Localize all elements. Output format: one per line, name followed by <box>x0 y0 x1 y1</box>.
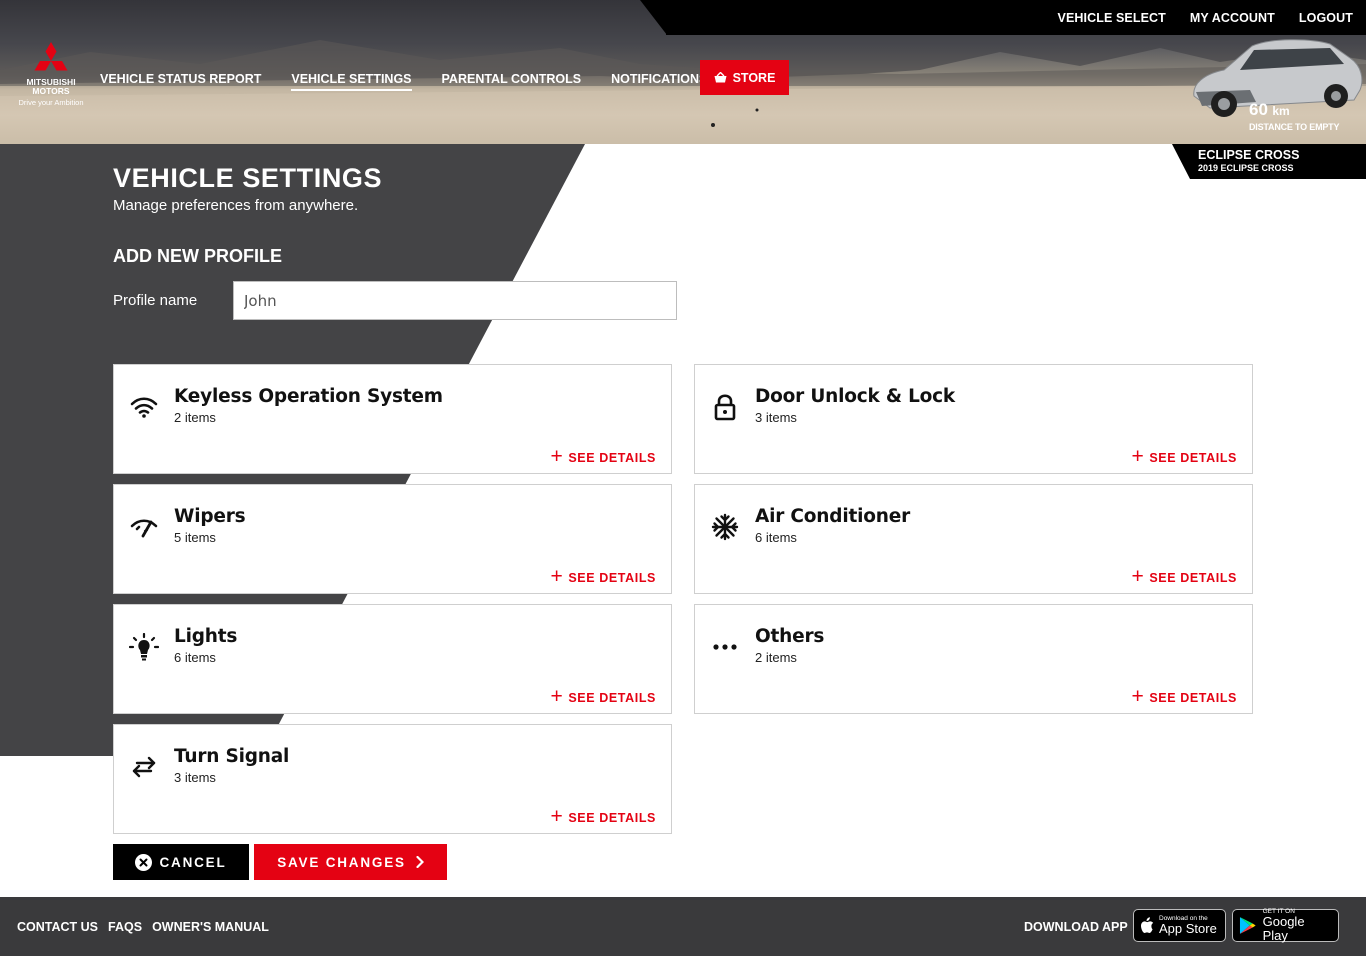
distance-value: 60 <box>1249 100 1268 119</box>
page-title: VEHICLE SETTINGS <box>113 163 383 193</box>
card-item-count: 3 items <box>755 410 797 425</box>
card-title: Door Unlock & Lock <box>755 386 956 407</box>
see-details-link[interactable]: + SEE DETAILS <box>1131 685 1237 708</box>
see-details-label: SEE DETAILS <box>1149 691 1237 705</box>
see-details-label: SEE DETAILS <box>568 691 656 705</box>
card-item-count: 2 items <box>174 410 216 425</box>
see-details-label: SEE DETAILS <box>568 571 656 585</box>
plus-icon: + <box>550 685 564 708</box>
main-navigation: VEHICLE STATUS REPORT VEHICLE SETTINGS P… <box>100 72 737 91</box>
app-store-badge[interactable]: Download on the App Store <box>1133 909 1226 942</box>
card-others[interactable]: Others 2 items + SEE DETAILS <box>694 604 1253 714</box>
owners-manual-link[interactable]: OWNER'S MANUAL <box>152 920 269 934</box>
vehicle-model: ECLIPSE CROSS <box>1198 148 1300 162</box>
page-subtitle: Manage preferences from anywhere. <box>113 197 359 214</box>
nav-parental-controls[interactable]: PARENTAL CONTROLS <box>442 72 582 91</box>
see-details-label: SEE DETAILS <box>568 451 656 465</box>
google-play-badge[interactable]: GET IT ON Google Play <box>1232 908 1339 943</box>
vehicle-model-year: 2019 ECLIPSE CROSS <box>1198 163 1294 173</box>
lock-icon <box>709 391 741 423</box>
save-changes-button[interactable]: SAVE CHANGES <box>254 844 447 880</box>
wifi-icon <box>128 391 160 423</box>
my-account-link[interactable]: MY ACCOUNT <box>1190 11 1275 25</box>
see-details-link[interactable]: + SEE DETAILS <box>1131 565 1237 588</box>
card-title: Keyless Operation System <box>174 386 443 407</box>
plus-icon: + <box>1131 445 1145 468</box>
plus-icon: + <box>1131 685 1145 708</box>
see-details-link[interactable]: + SEE DETAILS <box>1131 445 1237 468</box>
wiper-icon <box>128 511 160 543</box>
card-lights[interactable]: Lights 6 items + SEE DETAILS <box>113 604 672 714</box>
card-title: Wipers <box>174 506 246 527</box>
nav-notifications[interactable]: NOTIFICATIONS <box>611 72 707 91</box>
plus-icon: + <box>1131 565 1145 588</box>
plus-icon: + <box>550 565 564 588</box>
download-app-label: DOWNLOAD APP <box>1024 920 1128 934</box>
top-utility-bar: VEHICLE SELECT MY ACCOUNT LOGOUT <box>666 0 1366 35</box>
nav-vehicle-settings[interactable]: VEHICLE SETTINGS <box>291 72 412 91</box>
logout-link[interactable]: LOGOUT <box>1299 11 1353 25</box>
section-title: ADD NEW PROFILE <box>113 246 282 266</box>
card-keyless-operation-system[interactable]: Keyless Operation System 2 items + SEE DE… <box>113 364 672 474</box>
distance-to-empty: 60 km DISTANCE TO EMPTY <box>1249 100 1339 132</box>
plus-icon: + <box>550 445 564 468</box>
card-title: Others <box>755 626 825 647</box>
save-changes-label: SAVE CHANGES <box>277 854 406 870</box>
footer-links: CONTACT US FAQS OWNER'S MANUAL <box>17 920 279 934</box>
google-play-label: Google Play <box>1262 914 1305 943</box>
see-details-label: SEE DETAILS <box>568 811 656 825</box>
store-label: STORE <box>732 70 776 85</box>
card-item-count: 5 items <box>174 530 216 545</box>
card-item-count: 2 items <box>755 650 797 665</box>
vehicle-select-link[interactable]: VEHICLE SELECT <box>1058 11 1166 25</box>
topbar-corner <box>640 0 667 35</box>
plus-icon: + <box>550 805 564 828</box>
see-details-link[interactable]: + SEE DETAILS <box>550 685 656 708</box>
see-details-link[interactable]: + SEE DETAILS <box>550 805 656 828</box>
turn-signal-icon <box>128 751 160 783</box>
distance-unit: km <box>1272 104 1290 118</box>
brand-tagline: Drive your Ambition <box>18 98 84 107</box>
header: VEHICLE SELECT MY ACCOUNT LOGOUT MITSUBI… <box>0 0 1366 144</box>
chevron-right-icon <box>416 856 424 868</box>
snowflake-icon <box>709 511 741 543</box>
nav-vehicle-status-report[interactable]: VEHICLE STATUS REPORT <box>100 72 261 91</box>
brand-name: MITSUBISHI MOTORS <box>26 77 76 96</box>
card-air-conditioner[interactable]: Air Conditioner 6 items + SEE DETAILS <box>694 484 1253 594</box>
card-door-unlock-lock[interactable]: Door Unlock & Lock 3 items + SEE DETAILS <box>694 364 1253 474</box>
lightbulb-icon <box>128 631 160 663</box>
see-details-label: SEE DETAILS <box>1149 571 1237 585</box>
footer: CONTACT US FAQS OWNER'S MANUAL DOWNLOAD … <box>0 897 1366 956</box>
card-item-count: 6 items <box>755 530 797 545</box>
card-title: Turn Signal <box>174 746 290 767</box>
see-details-link[interactable]: + SEE DETAILS <box>550 445 656 468</box>
card-item-count: 6 items <box>174 650 216 665</box>
card-item-count: 3 items <box>174 770 216 785</box>
card-turn-signal[interactable]: Turn Signal 3 items + SEE DETAILS <box>113 724 672 834</box>
apple-icon <box>1141 917 1154 933</box>
close-circle-icon <box>135 853 153 871</box>
more-icon <box>709 631 741 663</box>
see-details-label: SEE DETAILS <box>1149 451 1237 465</box>
vehicle-model-tag[interactable]: ECLIPSE CROSS 2019 ECLIPSE CROSS <box>1172 144 1366 179</box>
see-details-link[interactable]: + SEE DETAILS <box>550 565 656 588</box>
cancel-label: CANCEL <box>159 854 227 870</box>
app-store-label: App Store <box>1159 921 1217 936</box>
card-wipers[interactable]: Wipers 5 items + SEE DETAILS <box>113 484 672 594</box>
cancel-button[interactable]: CANCEL <box>113 844 249 880</box>
card-title: Air Conditioner <box>755 506 910 527</box>
card-title: Lights <box>174 626 238 647</box>
contact-us-link[interactable]: CONTACT US <box>17 920 98 934</box>
google-play-icon <box>1239 917 1256 934</box>
distance-label: DISTANCE TO EMPTY <box>1249 122 1340 132</box>
store-button[interactable]: STORE <box>700 60 789 95</box>
profile-name-input[interactable] <box>233 281 677 320</box>
faqs-link[interactable]: FAQS <box>108 920 142 934</box>
basket-icon <box>714 72 727 83</box>
three-diamonds-logo-icon <box>34 42 68 71</box>
profile-name-label: Profile name <box>113 292 198 309</box>
brand-logo[interactable]: MITSUBISHI MOTORS Drive your Ambition <box>14 42 88 107</box>
